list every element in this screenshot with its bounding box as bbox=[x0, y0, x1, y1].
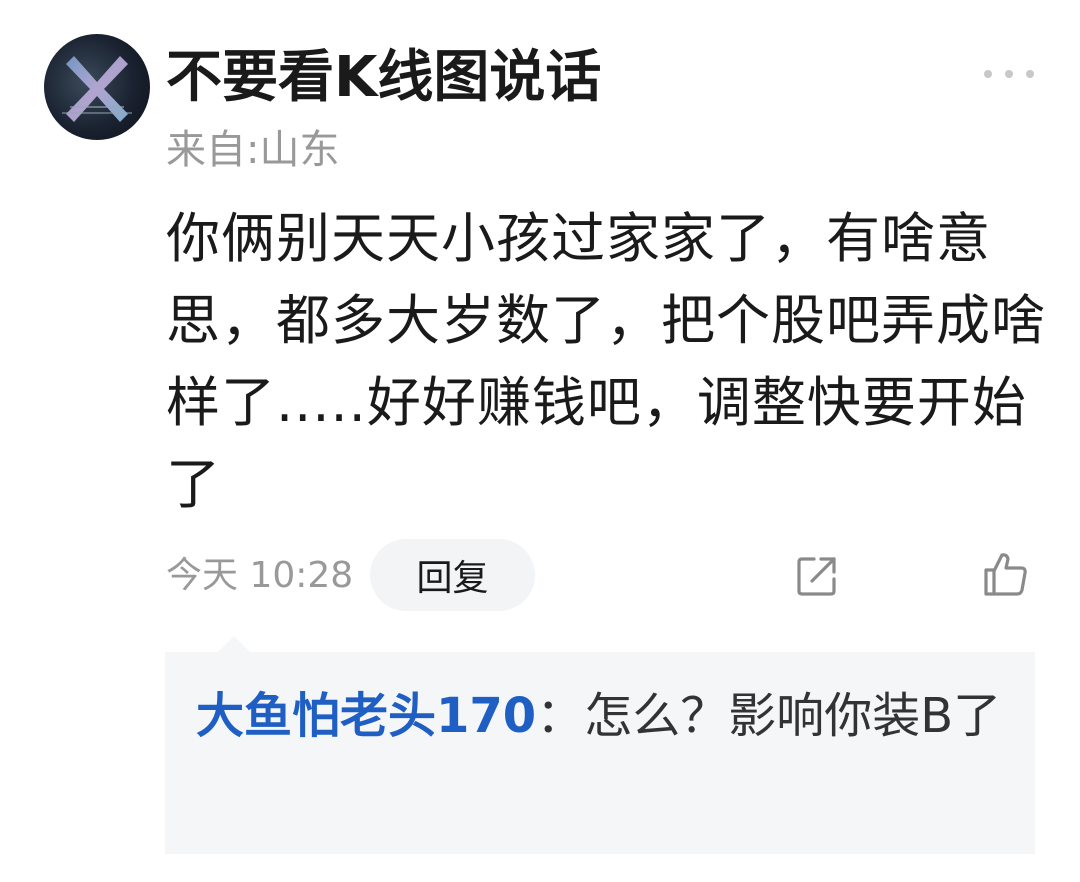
more-dot bbox=[984, 70, 992, 78]
sub-reply[interactable]: 大鱼怕老头170：怎么？影响你装B了 bbox=[196, 676, 1016, 756]
sub-reply-text: 怎么？影响你装B了 bbox=[584, 688, 1002, 744]
username[interactable]: 不要看K线图说话 bbox=[166, 38, 601, 118]
sub-reply-separator: ： bbox=[536, 688, 585, 744]
comment-content: 你俩别天天小孩过家家了，有啥意思，都多大岁数了，把个股吧弄成啥样了.....好好… bbox=[166, 207, 1046, 516]
reply-box-pointer bbox=[218, 636, 250, 652]
location-label: 来自:山东 bbox=[166, 127, 340, 173]
sub-reply-author[interactable]: 大鱼怕老头170 bbox=[196, 688, 536, 744]
avatar-image bbox=[62, 56, 132, 122]
more-dot bbox=[1005, 70, 1013, 78]
share-icon[interactable] bbox=[794, 553, 840, 599]
comment-card: 不要看K线图说话 来自:山东 你俩别天天小孩过家家了，有啥意思，都多大岁数了，把… bbox=[0, 0, 1080, 882]
more-dot bbox=[1026, 70, 1034, 78]
reply-button-label: 回复 bbox=[416, 558, 489, 599]
thumbs-up-icon[interactable] bbox=[980, 549, 1030, 599]
more-dots-icon[interactable] bbox=[984, 62, 1034, 86]
avatar[interactable] bbox=[44, 34, 150, 140]
reply-button[interactable]: 回复 bbox=[370, 539, 535, 611]
comment-timestamp: 今天 10:28 bbox=[166, 555, 354, 596]
